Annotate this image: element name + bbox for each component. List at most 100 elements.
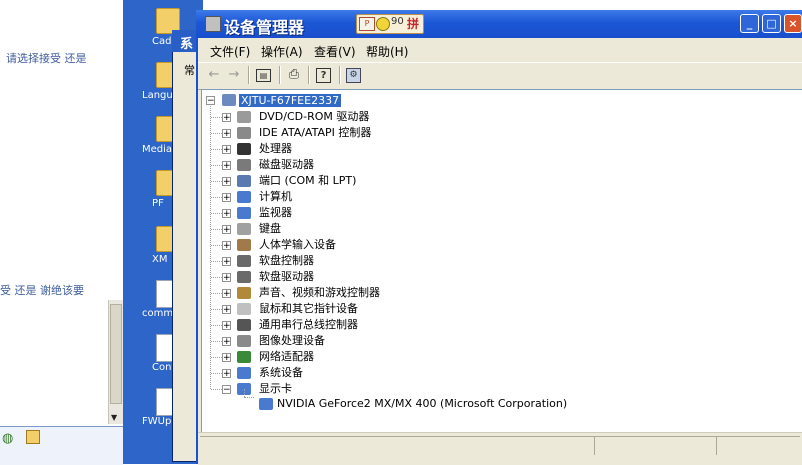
globe-icon[interactable]: ◍ — [2, 431, 13, 446]
expand-icon[interactable]: + — [222, 289, 231, 299]
tree-line — [211, 133, 222, 134]
expand-icon[interactable]: + — [222, 145, 231, 155]
ide-controller-icon — [237, 127, 251, 139]
tree-category[interactable]: 磁盘驱动器 — [259, 157, 314, 173]
cdrom-icon — [237, 111, 251, 123]
help-icon[interactable]: ? — [316, 68, 331, 83]
expand-icon[interactable]: + — [222, 225, 231, 235]
tree-category-label: 人体学输入设备 — [259, 238, 336, 251]
note-icon[interactable] — [26, 430, 40, 444]
tree-category[interactable]: 网络适配器 — [259, 349, 314, 365]
tree-category-label: 软盘控制器 — [259, 254, 314, 267]
network-adapter-icon — [237, 351, 251, 363]
tree-category-label: 端口 (COM 和 LPT) — [259, 174, 357, 187]
expand-icon[interactable]: + — [222, 209, 231, 219]
toolbar-separator — [339, 66, 341, 84]
tree-category[interactable]: 软盘控制器 — [259, 253, 314, 269]
expand-icon[interactable]: + — [222, 193, 231, 203]
ime-logo-icon[interactable]: P — [359, 17, 375, 31]
tree-line — [211, 245, 222, 246]
tree-category[interactable]: 声音、视频和游戏控制器 — [259, 285, 380, 301]
tree-category[interactable]: DVD/CD-ROM 驱动器 — [259, 109, 369, 125]
tree-category[interactable]: 软盘驱动器 — [259, 269, 314, 285]
imaging-icon — [237, 335, 251, 347]
window-title: 设备管理器 — [224, 18, 305, 37]
expand-icon[interactable]: + — [222, 273, 231, 283]
tree-line — [211, 293, 222, 294]
background-dialog-tab[interactable]: 常 — [184, 62, 195, 78]
scan-icon[interactable]: ⚙ — [346, 68, 361, 83]
tree-root[interactable]: XJTU-F67FEE2337 — [239, 93, 342, 109]
tree-category[interactable]: 键盘 — [259, 221, 281, 237]
tree-category[interactable]: 通用串行总线控制器 — [259, 317, 358, 333]
expand-icon[interactable]: + — [222, 321, 231, 331]
tree-line — [244, 389, 245, 397]
ime-toolbar[interactable]: P 90 拼 — [356, 14, 424, 34]
expand-icon[interactable]: + — [222, 177, 231, 187]
mouse-icon — [237, 303, 251, 315]
expand-icon[interactable]: + — [222, 161, 231, 171]
collapse-root-icon[interactable]: − — [206, 96, 215, 106]
tree-category[interactable]: 鼠标和其它指针设备 — [259, 301, 358, 317]
tree-category[interactable]: 图像处理设备 — [259, 333, 325, 349]
tree-category-label: 显示卡 — [259, 382, 292, 395]
display-adapter-icon — [259, 398, 273, 410]
tree-category[interactable]: 处理器 — [259, 141, 292, 157]
tree-category-label: 声音、视频和游戏控制器 — [259, 286, 380, 299]
expand-icon[interactable]: + — [222, 337, 231, 347]
expand-icon[interactable]: + — [222, 257, 231, 267]
tree-category-label: 监视器 — [259, 206, 292, 219]
tree-category[interactable]: IDE ATA/ATAPI 控制器 — [259, 125, 371, 141]
print-icon[interactable]: ⎙ — [286, 67, 302, 83]
expand-icon[interactable]: + — [222, 113, 231, 123]
minimize-button[interactable]: _ — [740, 14, 759, 33]
scroll-down-icon[interactable]: ▼ — [111, 413, 117, 422]
menu-action[interactable]: 操作(A) — [261, 43, 303, 60]
system-device-icon — [237, 367, 251, 379]
tree-category[interactable]: 端口 (COM 和 LPT) — [259, 173, 356, 189]
floppy-drive-icon — [237, 271, 251, 283]
expand-icon[interactable]: + — [222, 369, 231, 379]
menu-help[interactable]: 帮助(H) — [366, 43, 408, 60]
tree-category-label: 计算机 — [259, 190, 292, 203]
keyboard-icon — [237, 223, 251, 235]
device-label: NVIDIA GeForce2 MX/MX 400 (Microsoft Cor… — [277, 397, 568, 410]
tree-category[interactable]: 监视器 — [259, 205, 292, 221]
menu-view[interactable]: 查看(V) — [314, 43, 356, 60]
tree-line — [211, 117, 222, 118]
ime-mode-icon[interactable] — [376, 17, 390, 31]
left-panel-text-1: 请选择接受 还是 — [6, 52, 87, 65]
scrollbar-thumb[interactable] — [110, 304, 122, 404]
left-panel-scrollbar[interactable]: ▼ — [108, 300, 124, 424]
tree-line — [211, 373, 222, 374]
port-icon — [237, 175, 251, 187]
properties-icon[interactable]: ▤ — [256, 69, 271, 82]
tree-category[interactable]: 系统设备 — [259, 365, 303, 381]
expand-icon[interactable]: + — [222, 129, 231, 139]
monitor-icon — [237, 207, 251, 219]
forward-icon[interactable]: → — [226, 67, 242, 83]
left-panel-statusbar: ◍ — [0, 426, 123, 465]
menu-file[interactable]: 文件(F) — [210, 43, 250, 60]
expand-icon[interactable]: + — [222, 305, 231, 315]
tree-line — [244, 397, 254, 398]
back-icon[interactable]: ← — [206, 67, 222, 83]
expand-icon[interactable]: + — [222, 353, 231, 363]
tree-device-nvidia[interactable]: NVIDIA GeForce2 MX/MX 400 (Microsoft Cor… — [277, 396, 567, 412]
computer-icon — [222, 94, 236, 106]
tree-category[interactable]: 人体学输入设备 — [259, 237, 336, 253]
ime-pinyin-label[interactable]: 拼 — [407, 15, 419, 32]
tree-line — [211, 149, 222, 150]
tree-line — [211, 229, 222, 230]
expand-icon[interactable]: + — [222, 241, 231, 251]
device-tree[interactable]: − XJTU-F67FEE2337 + DVD/CD-ROM 驱动器 + IDE AT… — [201, 89, 802, 433]
tree-category[interactable]: 计算机 — [259, 189, 292, 205]
close-button[interactable]: × — [784, 14, 802, 33]
ime-text: 90 — [391, 16, 404, 27]
floppy-controller-icon — [237, 255, 251, 267]
toolbar-separator — [248, 66, 250, 84]
tree-category[interactable]: 显示卡 — [259, 381, 292, 397]
maximize-button[interactable]: □ — [762, 14, 781, 33]
tree-line — [211, 325, 222, 326]
collapse-icon[interactable]: − — [222, 385, 231, 395]
